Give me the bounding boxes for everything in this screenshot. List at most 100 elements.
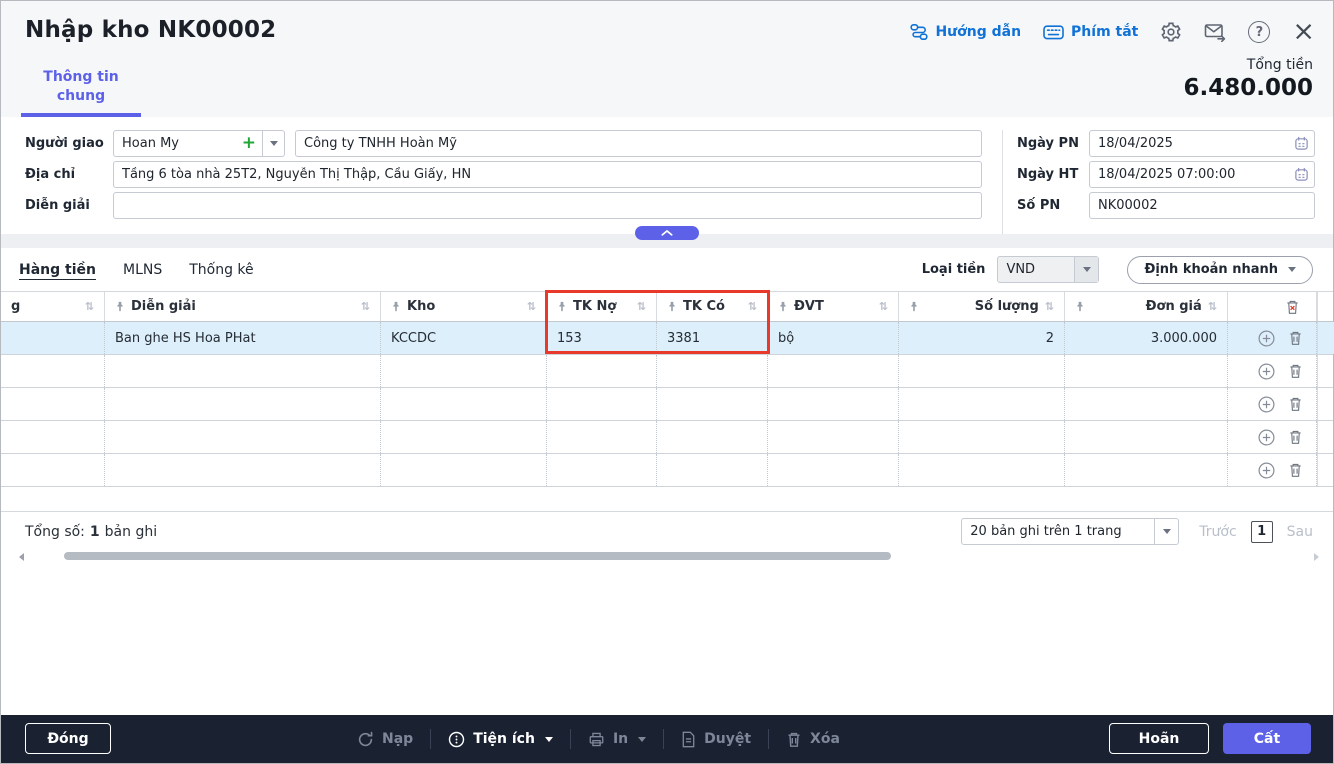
pin-icon[interactable] (557, 301, 567, 312)
date-ht-input[interactable] (1089, 161, 1315, 188)
company-name-input[interactable] (295, 130, 982, 157)
form-right-column: Ngày PN Ngày HT (1002, 130, 1333, 234)
pin-icon[interactable] (391, 301, 401, 312)
scrollbar-thumb[interactable] (64, 552, 891, 560)
delete-row-icon[interactable] (1288, 429, 1303, 445)
horizontal-scrollbar[interactable] (1, 551, 1333, 563)
cell-credit-account[interactable]: 3381 (657, 322, 768, 354)
column-header-unit[interactable]: ĐVT ⇅ (768, 292, 899, 321)
row-actions (1228, 388, 1317, 420)
utilities-button[interactable]: Tiện ích (448, 731, 553, 748)
cell-description[interactable]: Ban ghe HS Hoa PHat (105, 322, 381, 354)
sort-icon[interactable]: ⇅ (85, 300, 94, 313)
page-size-select[interactable]: 20 bản ghi trên 1 trang (961, 518, 1179, 545)
quick-posting-button[interactable]: Định khoản nhanh (1127, 256, 1313, 284)
help-guide-link[interactable]: Hướng dẫn (910, 23, 1021, 41)
date-pn-input[interactable] (1089, 130, 1315, 157)
current-page-number[interactable]: 1 (1251, 521, 1273, 543)
cell-warehouse[interactable]: KCCDC (381, 322, 547, 354)
date-pn-label: Ngày PN (1017, 136, 1089, 151)
send-mail-icon[interactable] (1204, 22, 1226, 42)
total-amount-label: Tổng tiền (1184, 57, 1314, 73)
page-title: Nhập kho NK00002 (25, 17, 276, 43)
header-actions: Hướng dẫn Phím tắt (910, 21, 1315, 43)
contact-label: Người giao (25, 136, 113, 151)
delete-row-icon[interactable] (1288, 462, 1303, 478)
table-row-empty[interactable] (1, 355, 1333, 388)
sort-icon[interactable]: ⇅ (637, 300, 646, 313)
currency-select[interactable]: VND (997, 256, 1099, 283)
chevron-down-icon (1083, 267, 1091, 272)
column-header-unit-price[interactable]: Đơn giá ⇅ (1065, 292, 1228, 321)
close-button[interactable]: Đóng (25, 723, 111, 754)
table-row-empty[interactable] (1, 421, 1333, 454)
scroll-left-arrow-icon[interactable] (19, 553, 24, 561)
prev-page-button[interactable]: Trước (1199, 524, 1236, 540)
column-header-warehouse[interactable]: Kho ⇅ (381, 292, 547, 321)
table-row-empty[interactable] (1, 454, 1333, 487)
contact-combobox[interactable]: Hoan My + (113, 130, 285, 157)
pin-icon[interactable] (667, 301, 677, 312)
sort-icon[interactable]: ⇅ (1208, 300, 1217, 313)
column-header-debit-account[interactable]: TK Nợ ⇅ (547, 292, 657, 321)
description-input[interactable] (113, 192, 982, 219)
sort-icon[interactable]: ⇅ (879, 300, 888, 313)
tab-hang-tien[interactable]: Hàng tiền (19, 262, 96, 278)
column-header-credit-account[interactable]: TK Có ⇅ (657, 292, 768, 321)
settings-gear-icon[interactable] (1160, 21, 1182, 43)
delete-row-icon[interactable] (1288, 363, 1303, 379)
save-button[interactable]: Cất (1223, 723, 1311, 754)
address-input[interactable] (113, 161, 982, 188)
column-header-description[interactable]: Diễn giải ⇅ (105, 292, 381, 321)
add-row-icon[interactable] (1258, 429, 1275, 446)
sort-icon[interactable]: ⇅ (527, 300, 536, 313)
approve-button[interactable]: Duyệt (681, 731, 751, 748)
delete-all-rows-icon[interactable] (1228, 292, 1317, 321)
pin-icon[interactable] (778, 301, 788, 312)
column-header-quantity[interactable]: Số lượng ⇅ (899, 292, 1065, 321)
pin-icon[interactable] (1075, 301, 1085, 312)
printer-icon (588, 731, 605, 748)
sort-icon[interactable]: ⇅ (361, 300, 370, 313)
delete-row-icon[interactable] (1288, 396, 1303, 412)
table-row-selected[interactable]: Ban ghe HS Hoa PHat KCCDC 153 3381 bộ 2 … (1, 322, 1333, 355)
cell-unit-price[interactable]: 3.000.000 (1065, 322, 1228, 354)
scroll-right-arrow-icon[interactable] (1314, 553, 1319, 561)
help-icon[interactable]: ? (1248, 21, 1270, 43)
cell-unit[interactable]: bộ (768, 322, 899, 354)
add-row-icon[interactable] (1258, 330, 1275, 347)
cell-quantity[interactable]: 2 (899, 322, 1065, 354)
voucher-form: Người giao Hoan My + Địa chỉ Diễn giải (1, 117, 1333, 234)
pin-icon[interactable] (909, 301, 919, 312)
add-row-icon[interactable] (1258, 462, 1275, 479)
sort-icon[interactable]: ⇅ (748, 300, 757, 313)
table-row-empty[interactable] (1, 388, 1333, 421)
delete-row-icon[interactable] (1288, 330, 1303, 346)
table-header-row: g ⇅ Diễn giải ⇅ Kho ⇅ TK Nợ ⇅ TK Có (1, 292, 1333, 322)
tab-thong-ke[interactable]: Thống kê (189, 262, 253, 278)
column-header-item[interactable]: g ⇅ (1, 292, 105, 321)
delete-button[interactable]: Xóa (786, 731, 840, 748)
contact-dropdown-toggle[interactable] (262, 131, 284, 156)
cell-item[interactable] (1, 322, 105, 354)
chevron-up-icon (661, 229, 673, 237)
description-label: Diễn giải (25, 198, 113, 213)
add-row-icon[interactable] (1258, 363, 1275, 380)
close-icon[interactable]: × (1292, 21, 1315, 43)
next-page-button[interactable]: Sau (1287, 524, 1313, 540)
postpone-button[interactable]: Hoãn (1109, 723, 1209, 754)
shortcuts-link[interactable]: Phím tắt (1043, 24, 1138, 40)
utilities-icon (448, 731, 465, 748)
print-button[interactable]: In (588, 731, 646, 748)
tab-general-info[interactable]: Thông tin chung (21, 66, 141, 117)
sort-icon[interactable]: ⇅ (1045, 300, 1054, 313)
cell-debit-account[interactable]: 153 (547, 322, 657, 354)
reload-button[interactable]: Nạp (357, 731, 413, 748)
add-contact-icon[interactable]: + (236, 135, 262, 152)
tab-mlns[interactable]: MLNS (123, 262, 162, 278)
doc-no-input[interactable] (1089, 192, 1315, 219)
pin-icon[interactable] (115, 301, 125, 312)
add-row-icon[interactable] (1258, 396, 1275, 413)
table-summary-bar: Tổng số: 1 bản ghi 20 bản ghi trên 1 tra… (1, 511, 1333, 551)
collapse-header-button[interactable] (635, 226, 699, 240)
